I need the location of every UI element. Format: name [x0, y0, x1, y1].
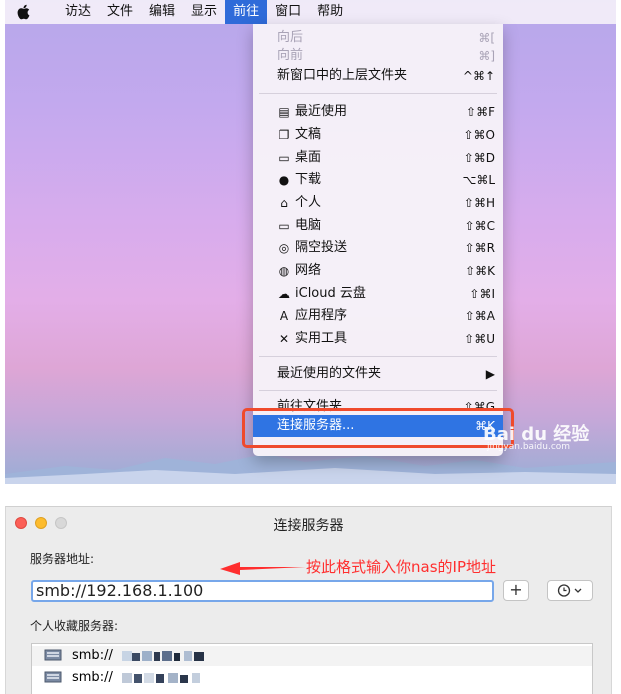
computer-icon: ▭	[278, 219, 290, 233]
airdrop-icon: ◎	[278, 241, 290, 255]
desktop-icon: ▭	[278, 151, 290, 165]
menu-item-recents[interactable]: ▤ 最近使用 ⇧⌘F	[253, 101, 503, 123]
go-menu-dropdown: 向后 ⌘[ 向前 ⌘] 新窗口中的上层文件夹 ^⌘↑ ▤ 最近使用 ⇧⌘F ❐ …	[253, 24, 503, 456]
menu-edit[interactable]: 编辑	[141, 0, 183, 24]
menu-bar: 访达 文件 编辑 显示 前往 窗口 帮助	[5, 0, 616, 24]
menu-item-computer[interactable]: ▭ 电脑 ⇧⌘C	[253, 215, 503, 237]
baidu-watermark: Bai du 经验 jingyan.baidu.com	[483, 420, 589, 452]
connect-server-highlight-box	[242, 408, 514, 448]
menu-item-forward[interactable]: 向前 ⌘]	[253, 45, 503, 67]
red-arrow-icon	[220, 562, 306, 575]
downloads-icon: ●	[278, 173, 290, 187]
documents-icon: ❐	[278, 128, 290, 142]
apple-icon[interactable]	[17, 4, 31, 20]
menu-item-desktop[interactable]: ▭ 桌面 ⇧⌘D	[253, 147, 503, 169]
favorite-servers-list: smb:// smb://	[31, 643, 593, 694]
annotation-text: 按此格式输入你nas的IP地址	[306, 558, 496, 576]
list-item[interactable]: smb://	[32, 646, 592, 666]
menu-go[interactable]: 前往	[225, 0, 268, 24]
list-item[interactable]: smb://	[32, 668, 592, 688]
favorite-servers-label: 个人收藏服务器:	[30, 619, 119, 633]
menu-item-utilities[interactable]: ✕ 实用工具 ⇧⌘U	[253, 328, 503, 350]
desktop-screenshot: 访达 文件 编辑 显示 前往 窗口 帮助 向后 ⌘[ 向前 ⌘] 新窗口中的上层…	[5, 0, 616, 484]
recents-icon: ▤	[278, 105, 290, 119]
menu-view[interactable]: 显示	[183, 0, 225, 24]
menu-separator	[259, 93, 497, 94]
network-icon: ◍	[278, 264, 290, 278]
menu-item-recent-folders[interactable]: 最近使用的文件夹 ▶	[253, 363, 503, 385]
server-url-prefix: smb://	[72, 648, 113, 663]
server-icon	[44, 649, 62, 661]
applications-icon: A	[279, 309, 289, 323]
recent-servers-button[interactable]	[547, 580, 593, 601]
server-url-prefix: smb://	[72, 670, 113, 685]
menu-item-home[interactable]: ⌂ 个人 ⇧⌘H	[253, 192, 503, 214]
server-icon	[44, 671, 62, 683]
clock-icon	[557, 584, 582, 597]
add-favorite-button[interactable]: +	[503, 580, 529, 601]
menu-file[interactable]: 文件	[99, 0, 141, 24]
menu-item-documents[interactable]: ❐ 文稿 ⇧⌘O	[253, 124, 503, 146]
menu-separator	[259, 390, 497, 391]
utilities-icon: ✕	[278, 332, 290, 346]
menu-item-downloads[interactable]: ● 下载 ⌥⌘L	[253, 169, 503, 191]
redacted-server-address	[122, 651, 204, 661]
menu-finder[interactable]: 访达	[57, 0, 99, 24]
redacted-server-address	[122, 673, 200, 683]
connect-server-dialog: 连接服务器 服务器地址: smb://192.168.1.100 + 个人收藏服…	[5, 506, 612, 694]
submenu-arrow-icon: ▶	[485, 367, 495, 381]
menu-item-enclosing-folder[interactable]: 新窗口中的上层文件夹 ^⌘↑	[253, 65, 503, 87]
menu-item-applications[interactable]: A 应用程序 ⇧⌘A	[253, 305, 503, 327]
menu-separator	[259, 356, 497, 357]
dialog-titlebar: 连接服务器	[6, 507, 611, 539]
menu-item-airdrop[interactable]: ◎ 隔空投送 ⇧⌘R	[253, 237, 503, 259]
menu-window[interactable]: 窗口	[267, 0, 309, 24]
menu-item-network[interactable]: ◍ 网络 ⇧⌘K	[253, 260, 503, 282]
home-icon: ⌂	[280, 196, 288, 210]
icloud-icon: ☁	[278, 287, 290, 301]
chevron-down-icon	[574, 588, 582, 593]
watermark-url: jingyan.baidu.com	[487, 442, 571, 452]
menu-item-icloud[interactable]: ☁ iCloud 云盘 ⇧⌘I	[253, 283, 503, 305]
dialog-title: 连接服务器	[273, 518, 344, 534]
menu-help[interactable]: 帮助	[309, 0, 351, 24]
server-address-label: 服务器地址:	[30, 552, 95, 566]
server-address-input[interactable]: smb://192.168.1.100	[31, 580, 494, 602]
